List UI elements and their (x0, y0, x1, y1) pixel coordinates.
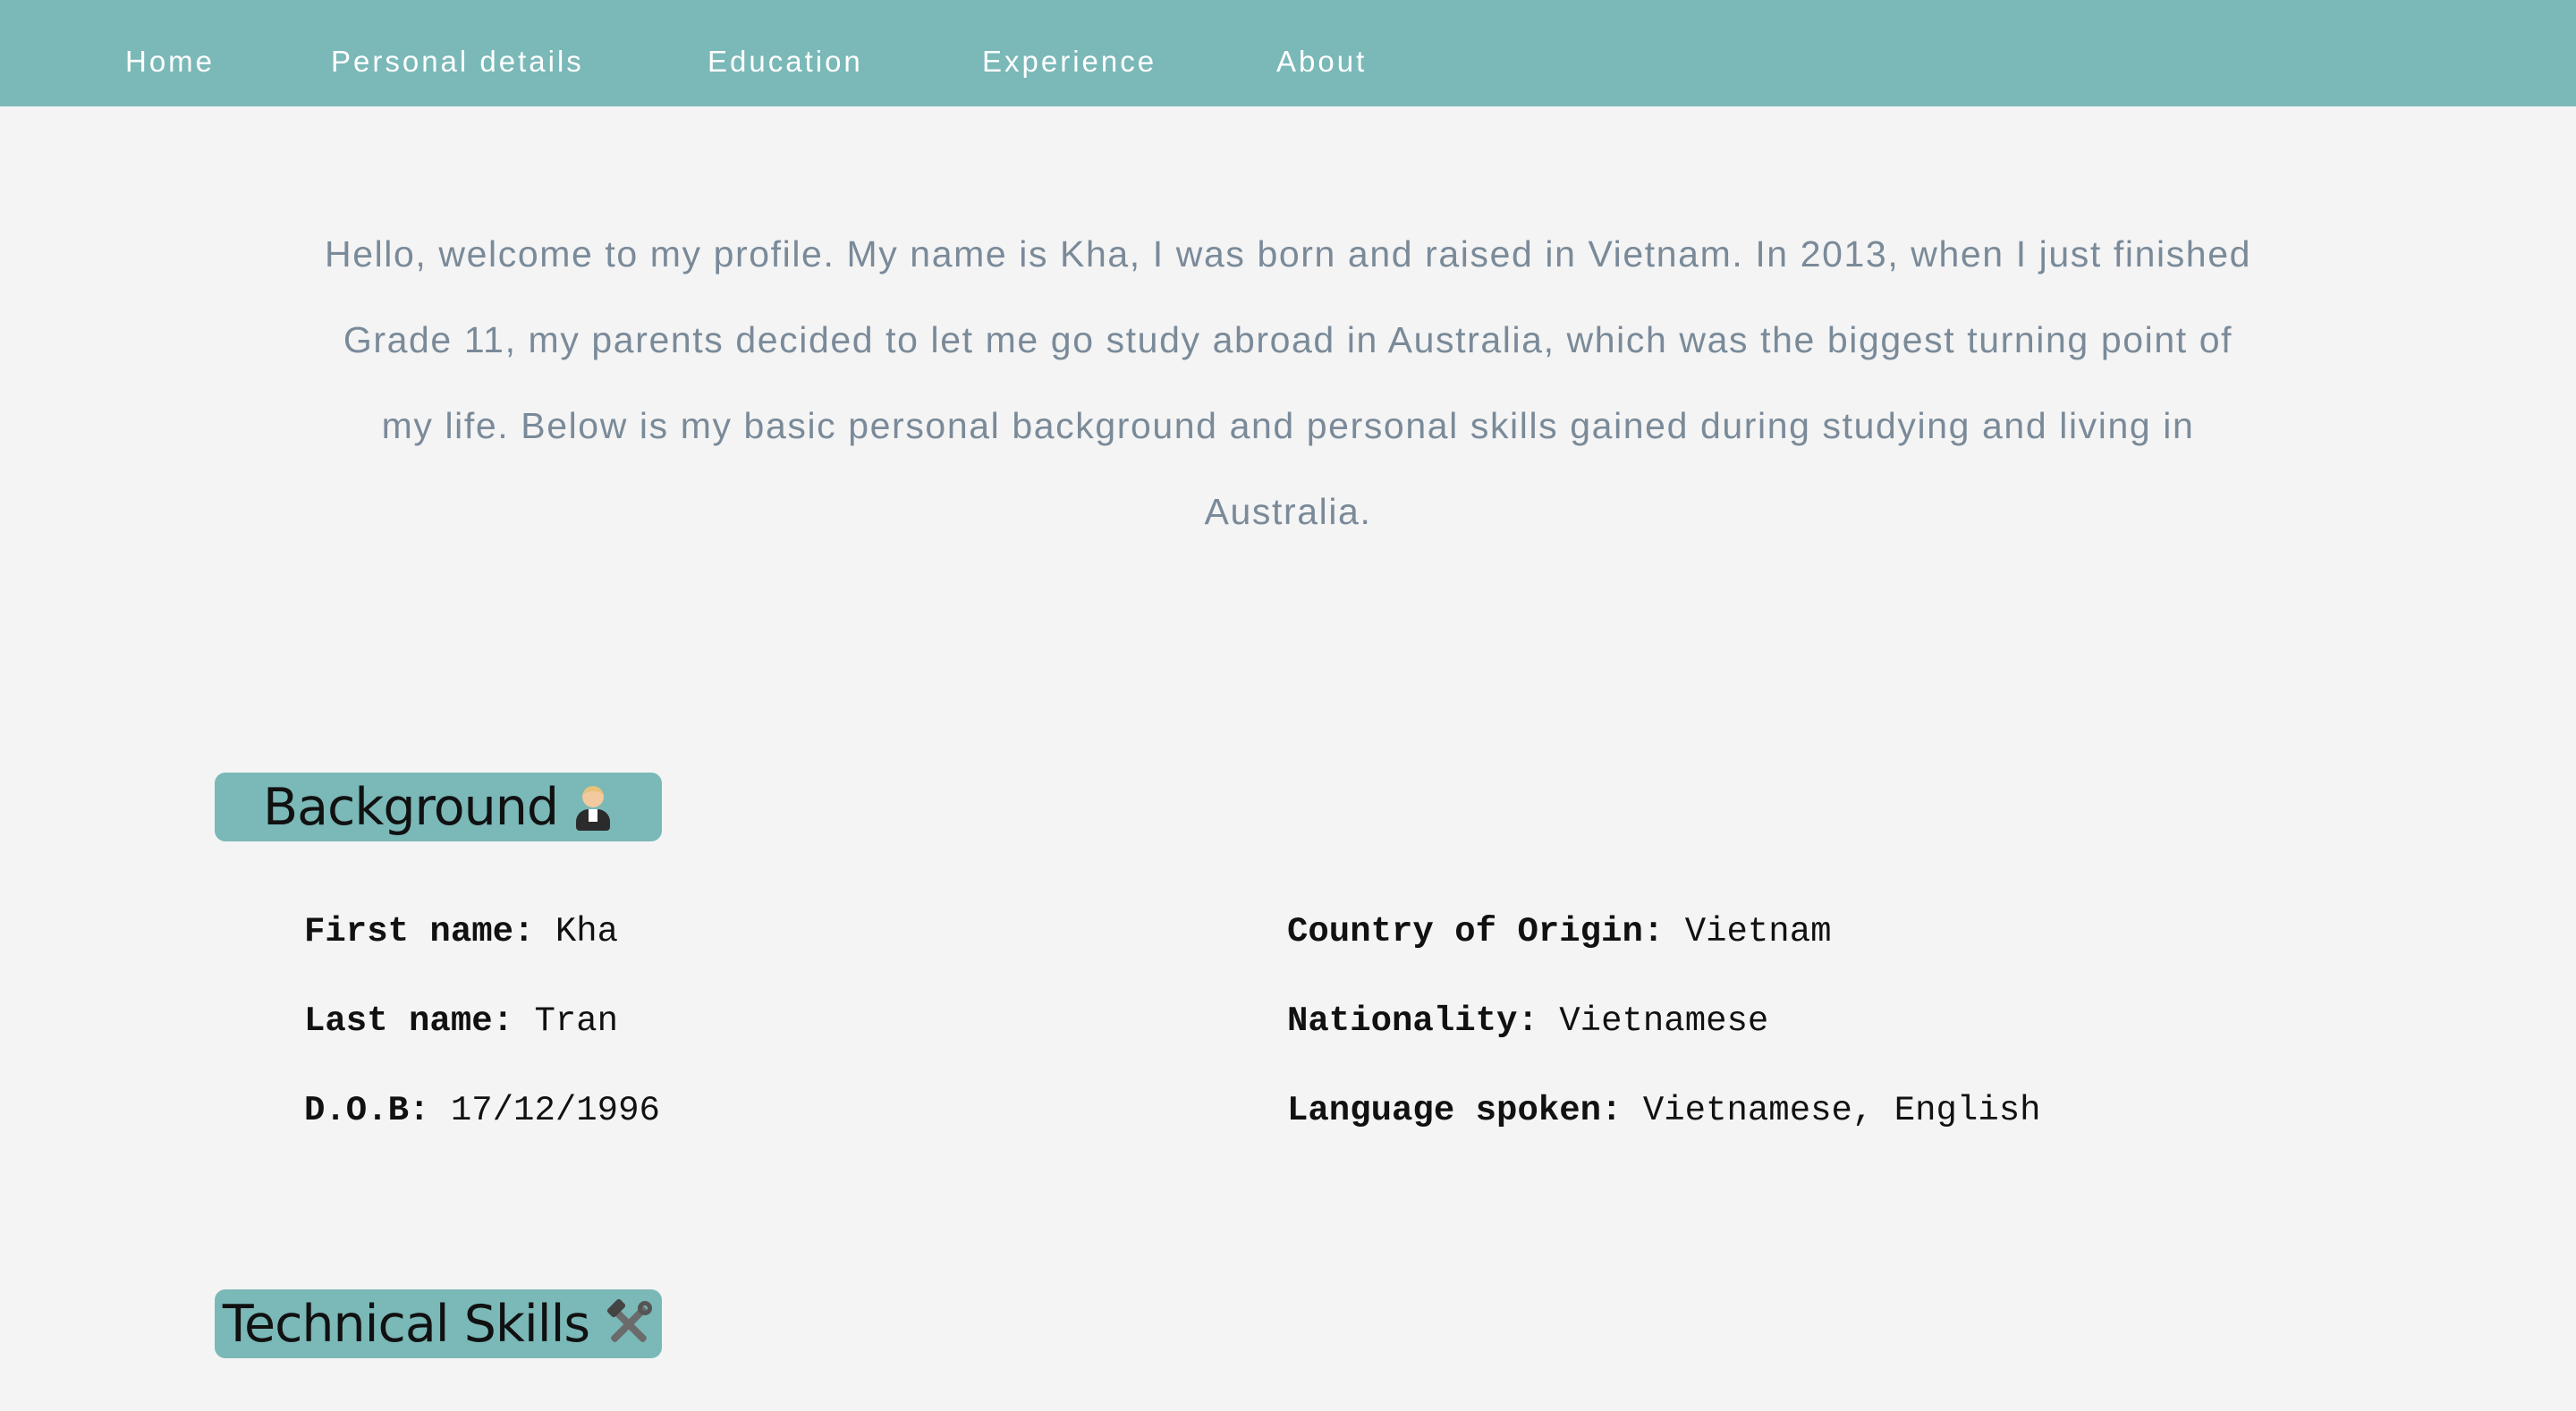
dob-label: D.O.B: (304, 1091, 430, 1130)
nationality-value: Vietnamese (1559, 1001, 1769, 1041)
country-of-origin-label: Country of Origin: (1287, 912, 1665, 951)
background-heading: Background (215, 773, 662, 841)
country-of-origin-value: Vietnam (1684, 912, 1832, 951)
language-spoken-row: Language spoken: Vietnamese, English (1287, 1088, 2041, 1133)
first-name-label: First name: (304, 912, 535, 951)
technical-skills-heading-text: Technical Skills (222, 1294, 590, 1354)
nav-experience-link[interactable]: Experience (982, 0, 1157, 106)
nationality-row: Nationality: Vietnamese (1287, 999, 1768, 1043)
last-name-label: Last name: (304, 1001, 514, 1041)
background-heading-text: Background (262, 777, 559, 837)
person-in-tuxedo-icon (572, 784, 614, 831)
nav-education-link[interactable]: Education (708, 0, 863, 106)
nav-home-link[interactable]: Home (125, 0, 215, 106)
nav-about-link[interactable]: About (1276, 0, 1367, 106)
first-name-value: Kha (555, 912, 619, 951)
dob-row: D.O.B: 17/12/1996 (304, 1088, 660, 1133)
top-navbar: Home Personal details Education Experien… (0, 0, 2576, 106)
first-name-row: First name: Kha (304, 909, 618, 954)
last-name-value: Tran (534, 1001, 619, 1041)
nav-personal-details-link[interactable]: Personal details (331, 0, 584, 106)
technical-skills-heading: Technical Skills (215, 1289, 662, 1358)
country-of-origin-row: Country of Origin: Vietnam (1287, 909, 1832, 954)
dob-value: 17/12/1996 (450, 1091, 660, 1130)
last-name-row: Last name: Tran (304, 999, 618, 1043)
hammer-and-wrench-icon (604, 1297, 654, 1349)
intro-paragraph: Hello, welcome to my profile. My name is… (324, 233, 2251, 532)
nationality-label: Nationality: (1287, 1001, 1538, 1041)
language-spoken-value: Vietnamese, English (1642, 1091, 2041, 1130)
language-spoken-label: Language spoken: (1287, 1091, 1623, 1130)
